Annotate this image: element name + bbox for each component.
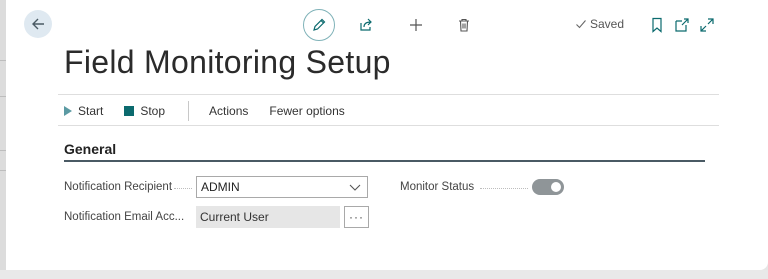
play-icon — [64, 106, 72, 116]
delete-button[interactable] — [454, 15, 474, 35]
back-button[interactable] — [24, 10, 52, 38]
new-button[interactable] — [406, 15, 426, 35]
section-underline — [64, 160, 705, 162]
page-title: Field Monitoring Setup — [64, 44, 391, 80]
saved-label: Saved — [590, 17, 625, 31]
notification-recipient-select[interactable]: ADMIN — [196, 176, 368, 198]
share-icon — [360, 18, 372, 31]
action-bar: Start Stop Actions Fewer options — [64, 101, 366, 121]
chevron-down-icon — [349, 184, 361, 191]
back-arrow-icon — [32, 18, 44, 30]
open-new-window-icon — [675, 18, 689, 32]
stop-action[interactable]: Stop — [124, 104, 165, 118]
actions-menu[interactable]: Actions — [209, 104, 248, 118]
action-separator — [188, 101, 190, 121]
divider — [58, 94, 719, 95]
section-general-title[interactable]: General — [64, 141, 116, 157]
edit-button[interactable] — [303, 9, 335, 41]
expand-button[interactable] — [698, 16, 716, 34]
toggle-knob — [551, 182, 561, 192]
stop-label: Stop — [140, 104, 166, 118]
label-dots — [174, 188, 192, 189]
bottom-background-strip — [0, 270, 768, 279]
notification-email-account-field[interactable]: Current User — [196, 206, 340, 228]
fewer-options-label: Fewer options — [269, 104, 345, 118]
notification-email-account-label: Notification Email Acc... — [64, 211, 185, 223]
expand-icon — [700, 18, 714, 32]
start-label: Start — [78, 104, 104, 118]
divider — [58, 125, 719, 126]
saved-status: Saved — [575, 17, 624, 31]
monitor-status-label: Monitor Status — [400, 181, 475, 193]
start-action[interactable]: Start — [64, 104, 103, 118]
assist-edit-button[interactable]: ··· — [344, 206, 369, 228]
notification-recipient-value: ADMIN — [201, 180, 240, 194]
trash-icon — [459, 18, 469, 32]
check-icon — [576, 20, 586, 29]
notification-email-account-value: Current User — [200, 210, 269, 224]
stop-icon — [124, 106, 135, 116]
bookmark-button[interactable] — [648, 16, 666, 34]
label-dots — [480, 188, 528, 189]
open-new-window-button[interactable] — [673, 16, 691, 34]
bookmark-icon — [652, 17, 662, 33]
plus-icon — [410, 19, 422, 31]
edit-pencil-icon — [313, 18, 326, 31]
share-button[interactable] — [356, 15, 376, 35]
actions-label: Actions — [209, 104, 249, 118]
notification-recipient-label: Notification Recipient — [64, 181, 173, 193]
page-card: Saved Field Monitoring Setup Start Stop — [6, 0, 768, 270]
fewer-options-button[interactable]: Fewer options — [269, 104, 344, 118]
monitor-status-toggle[interactable] — [532, 179, 564, 195]
